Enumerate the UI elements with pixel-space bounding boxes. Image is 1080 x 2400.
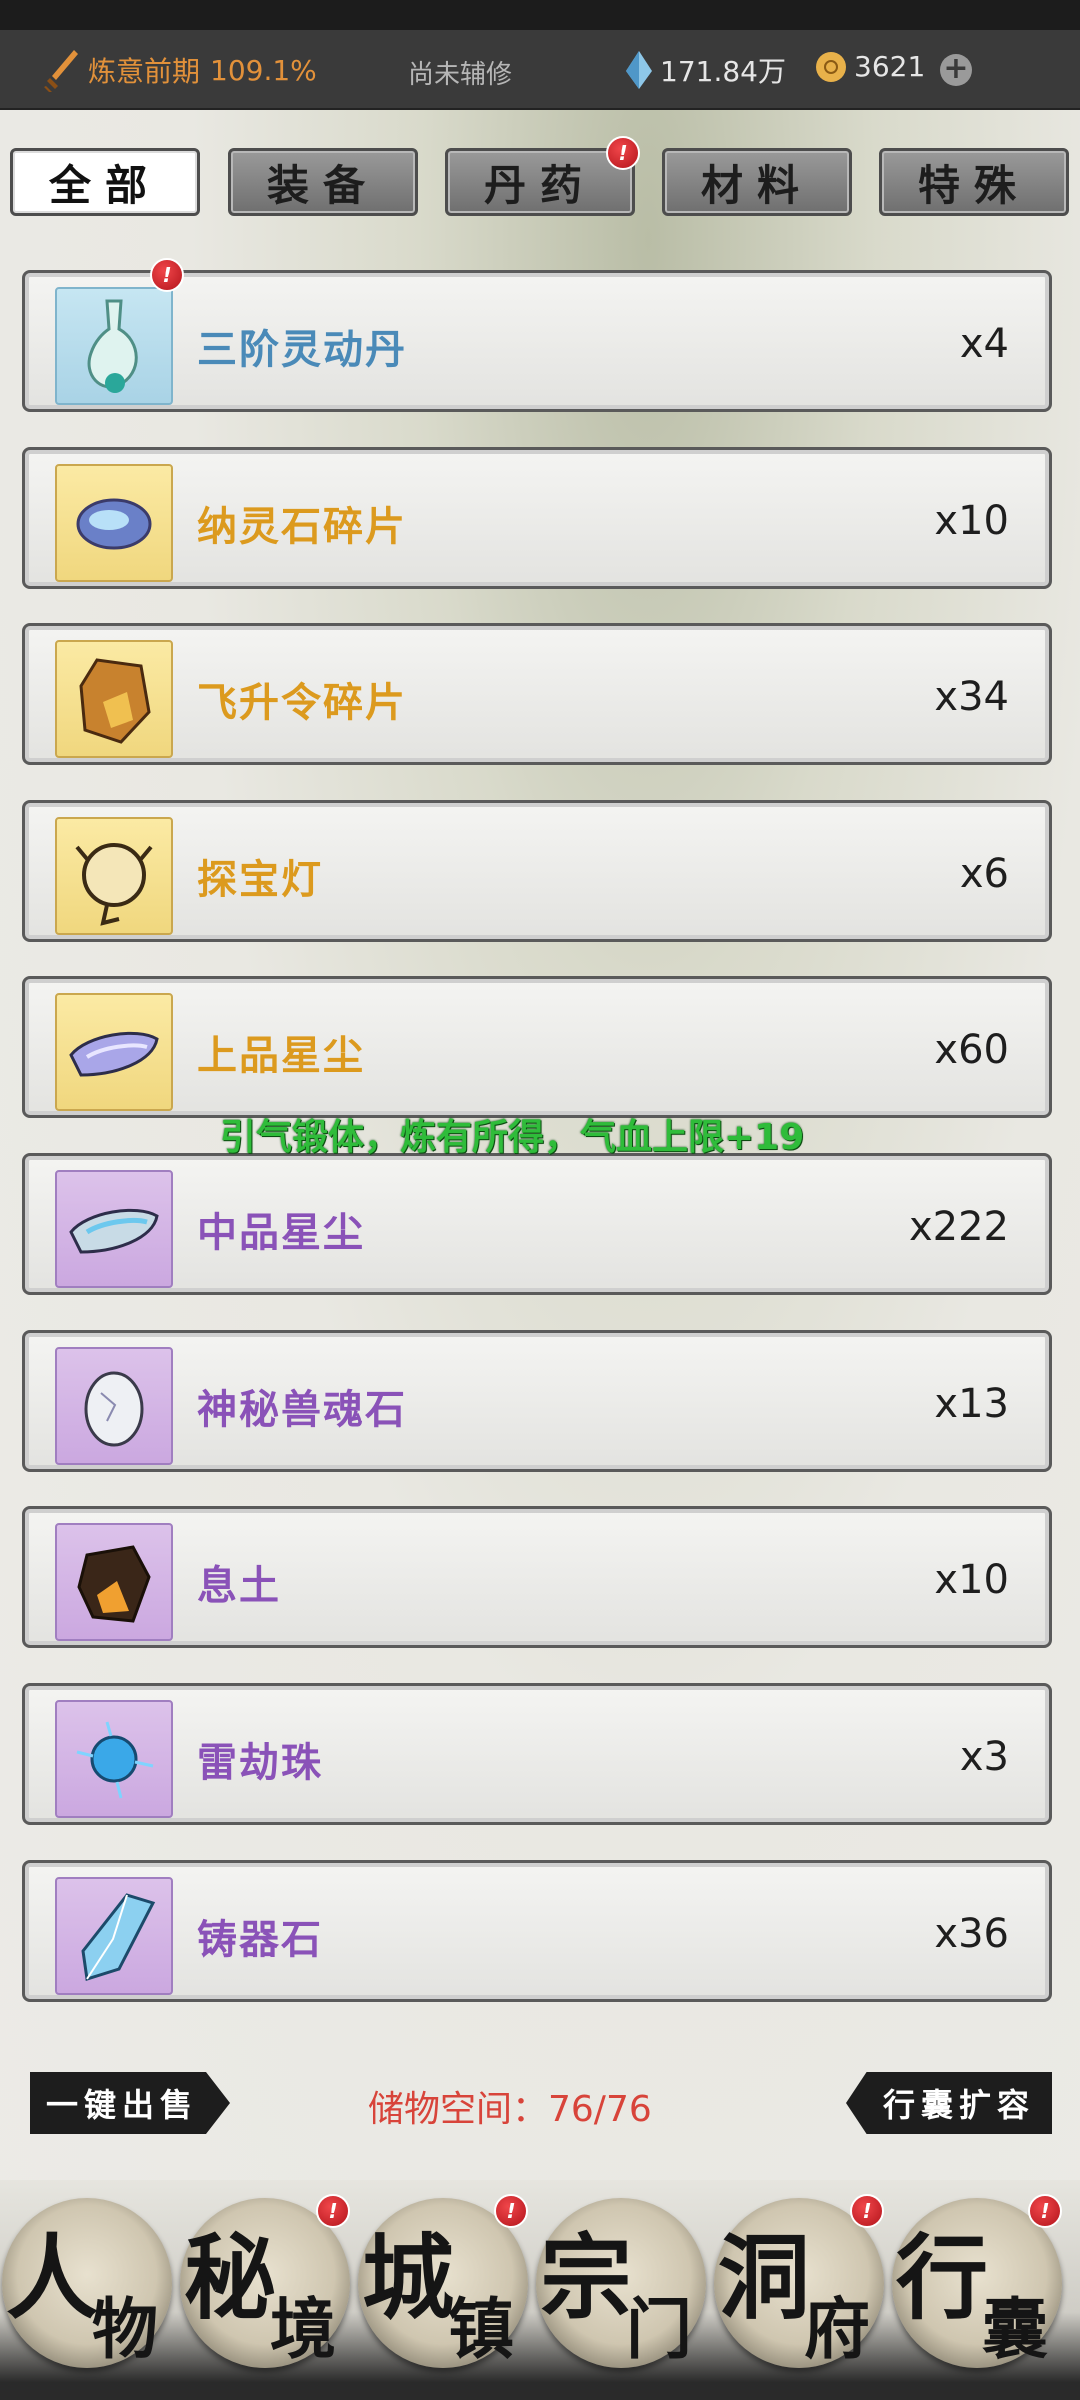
coin-icon — [816, 51, 846, 82]
nav-secret-realm[interactable]: 秘 境 ! — [180, 2194, 350, 2368]
crystal-amount: 171.84万 — [660, 55, 786, 88]
beast-soul-stone-icon — [55, 1347, 173, 1465]
nav-label-main: 人 — [6, 2224, 99, 2332]
item-name: 神秘兽魂石 — [197, 1387, 407, 1433]
tab-label: 装备 — [266, 160, 379, 210]
item-count: x34 — [934, 674, 1009, 720]
tab-label: 丹药 — [483, 160, 596, 210]
item-row[interactable]: 雷劫珠 x3 — [22, 1683, 1052, 1825]
coin-currency: 3621 — [816, 50, 925, 83]
item-row[interactable]: 铸器石 x36 — [22, 1860, 1052, 2002]
item-row[interactable]: 中品星尘 x222 — [22, 1153, 1052, 1295]
sword-icon — [44, 50, 78, 92]
notification-badge: ! — [850, 2194, 884, 2228]
item-count: x10 — [934, 498, 1009, 544]
item-row[interactable]: 息土 x10 — [22, 1506, 1052, 1648]
nav-character[interactable]: 人 物 — [2, 2198, 172, 2368]
item-count: x3 — [959, 1734, 1009, 1780]
coin-amount: 3621 — [854, 50, 926, 83]
item-name: 上品星尘 — [197, 1033, 365, 1079]
item-row[interactable]: 探宝灯 x6 — [22, 800, 1052, 942]
nav-label-sub: 门 — [626, 2290, 692, 2368]
tab-label: 材料 — [700, 160, 813, 210]
item-name: 飞升令碎片 — [197, 680, 407, 726]
treasure-lamp-icon — [55, 817, 173, 935]
item-name: 息土 — [197, 1563, 281, 1609]
item-name: 纳灵石碎片 — [197, 504, 407, 550]
storage-capacity: 储物空间：76/76 — [368, 2089, 652, 2130]
item-count: x6 — [959, 851, 1009, 897]
crystal-icon — [626, 51, 652, 89]
item-count: x10 — [934, 1557, 1009, 1603]
notification-badge: ! — [316, 2194, 350, 2228]
nav-label-sub: 境 — [270, 2290, 336, 2368]
tab-all[interactable]: 全部 — [10, 148, 200, 216]
item-name: 中品星尘 — [197, 1210, 365, 1256]
nav-label-sub: 府 — [804, 2290, 870, 2368]
nav-cave-abode[interactable]: 洞 府 ! — [714, 2194, 884, 2368]
item-row[interactable]: 三阶灵动丹 x4 — [22, 270, 1052, 412]
add-currency-button[interactable]: + — [940, 54, 972, 86]
crystal-currency: 171.84万 — [626, 50, 786, 90]
thunder-pearl-icon — [55, 1700, 173, 1818]
nav-label-sub: 囊 — [982, 2290, 1048, 2368]
nav-label-sub: 物 — [92, 2290, 158, 2368]
nav-label-main: 行 — [896, 2224, 989, 2332]
floating-notification: 引气锻体，炼有所得，气血上限+19 — [220, 1117, 805, 1158]
tab-special[interactable]: 特殊 — [879, 148, 1069, 216]
item-name: 三阶灵动丹 — [197, 327, 407, 373]
tab-label: 特殊 — [917, 160, 1030, 210]
sell-all-button[interactable]: 一键出售 — [30, 2072, 230, 2134]
cultivation-realm[interactable]: 炼意前期 109.1% — [44, 48, 317, 92]
item-row[interactable]: 飞升令碎片 x34 — [22, 623, 1052, 765]
spirit-stone-fragment-icon — [55, 464, 173, 582]
item-count: x4 — [959, 321, 1009, 367]
item-count: x222 — [908, 1204, 1009, 1250]
item-row[interactable]: 上品星尘 x60 — [22, 976, 1052, 1118]
nav-label-sub: 镇 — [448, 2290, 514, 2368]
item-row[interactable]: 神秘兽魂石 x13 — [22, 1330, 1052, 1472]
nav-label-main: 宗 — [540, 2224, 633, 2332]
realm-percent: 109.1% — [210, 53, 317, 87]
stardust-icon — [55, 1170, 173, 1288]
minor-cultivation-status[interactable]: 尚未辅修 — [408, 54, 512, 91]
nav-town[interactable]: 城 镇 ! — [358, 2194, 528, 2368]
item-name: 探宝灯 — [197, 857, 323, 903]
stardust-icon — [55, 993, 173, 1111]
nav-label-main: 洞 — [718, 2224, 811, 2332]
item-name: 铸器石 — [197, 1917, 323, 1963]
item-count: x60 — [934, 1027, 1009, 1073]
nav-sect[interactable]: 宗 门 — [536, 2198, 706, 2368]
item-name: 雷劫珠 — [197, 1740, 323, 1786]
notification-badge: ! — [606, 136, 640, 170]
nav-bag[interactable]: 行 囊 ! — [892, 2194, 1062, 2368]
item-count: x36 — [934, 1911, 1009, 1957]
forging-crystal-icon — [55, 1877, 173, 1995]
notification-badge: ! — [150, 258, 184, 292]
status-bar: 炼意前期 109.1% 尚未辅修 171.84万 3621 + — [0, 0, 1080, 110]
tab-materials[interactable]: 材料 — [662, 148, 852, 216]
nav-label-main: 城 — [362, 2224, 455, 2332]
potion-flask-icon — [55, 287, 173, 405]
item-count: x13 — [934, 1381, 1009, 1427]
tab-label: 全部 — [48, 160, 161, 210]
ascension-token-fragment-icon — [55, 640, 173, 758]
breathing-soil-icon — [55, 1523, 173, 1641]
nav-label-main: 秘 — [184, 2224, 277, 2332]
expand-bag-button[interactable]: 行囊扩容 — [846, 2072, 1052, 2134]
tab-equipment[interactable]: 装备 — [228, 148, 418, 216]
notification-badge: ! — [1028, 2194, 1062, 2228]
notification-badge: ! — [494, 2194, 528, 2228]
item-row[interactable]: 纳灵石碎片 x10 — [22, 447, 1052, 589]
realm-label: 炼意前期 — [88, 55, 201, 88]
